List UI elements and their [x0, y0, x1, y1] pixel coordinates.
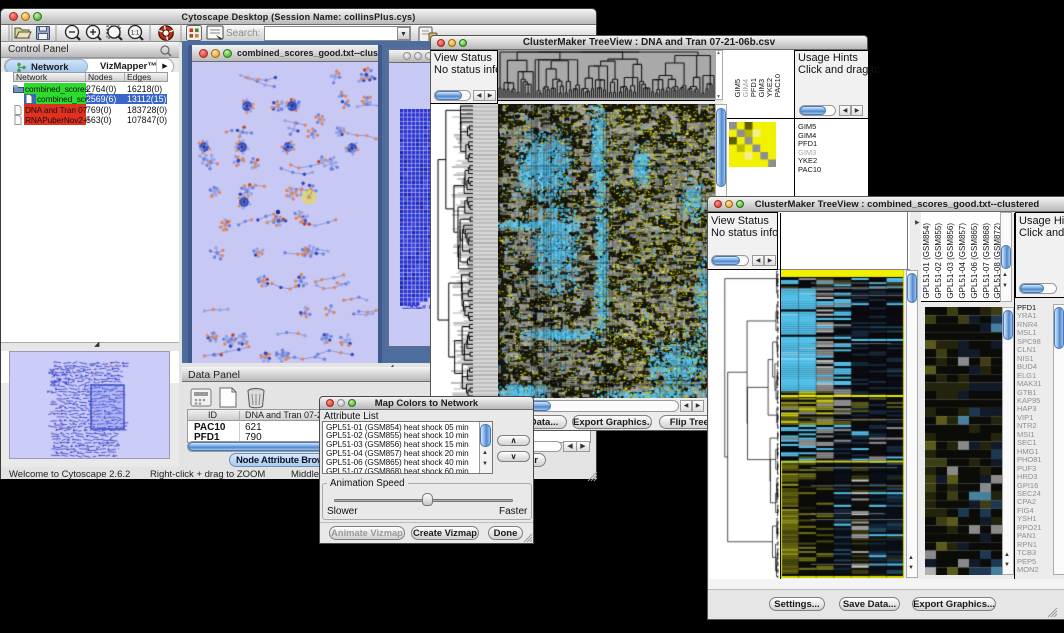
svg-text:1:1: 1:1 — [131, 31, 140, 37]
svg-text:Search:: Search: — [226, 28, 260, 39]
